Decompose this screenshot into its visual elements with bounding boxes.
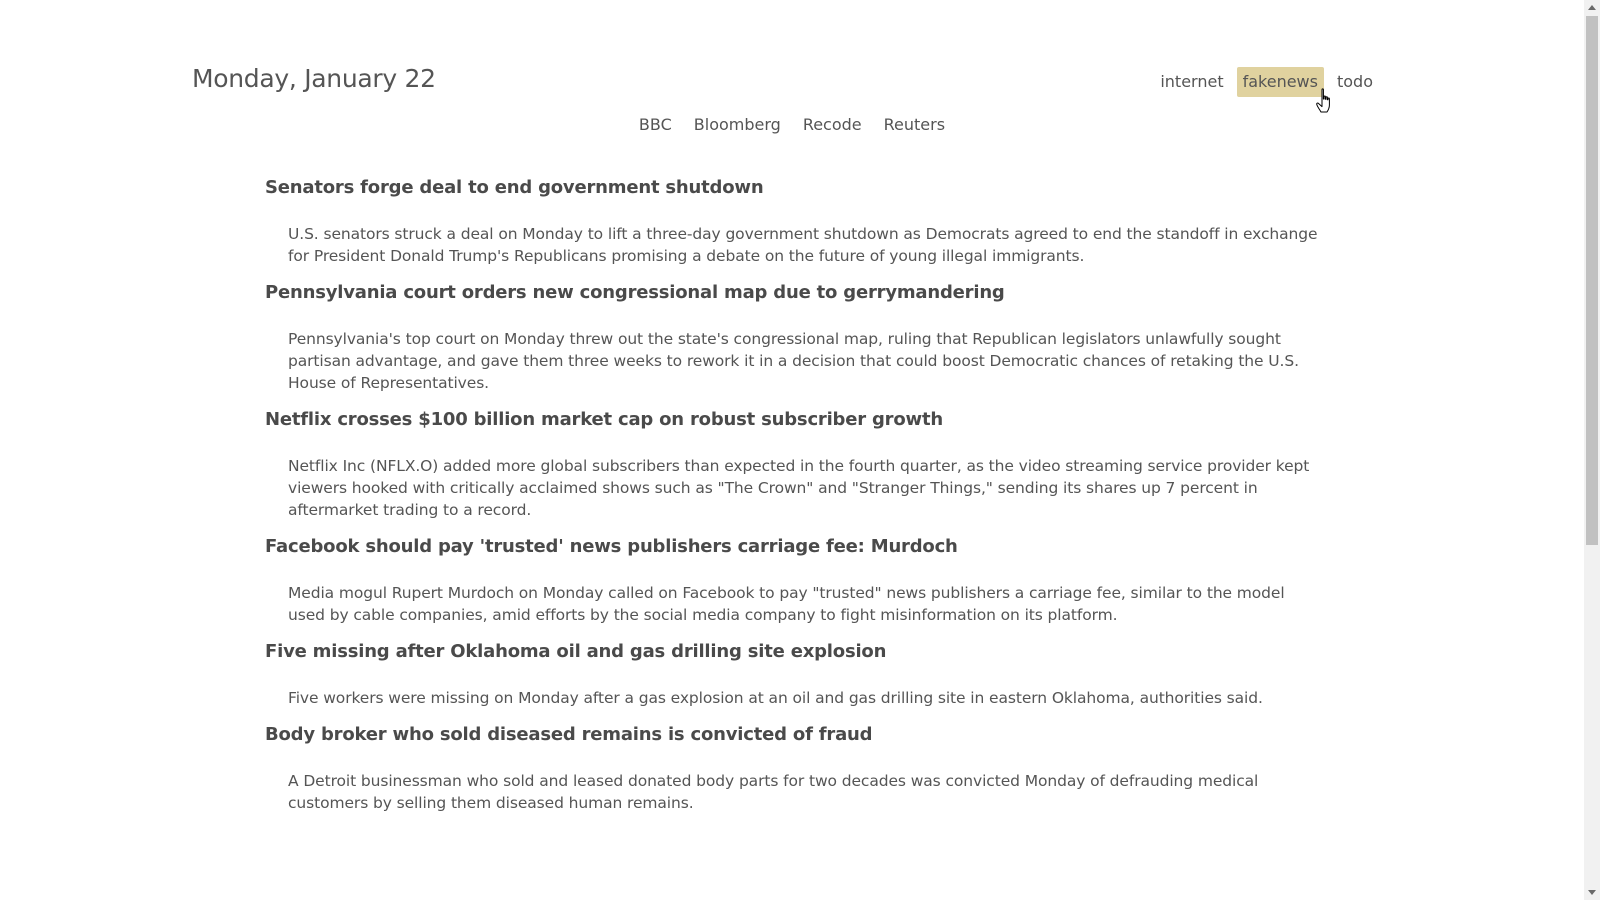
article-summary: U.S. senators struck a deal on Monday to… bbox=[288, 225, 1318, 265]
article-item: Body broker who sold diseased remains is… bbox=[265, 723, 1325, 814]
article-title[interactable]: Body broker who sold diseased remains is… bbox=[265, 723, 1325, 747]
nav-link-internet[interactable]: internet bbox=[1154, 67, 1229, 97]
nav-link-fakenews[interactable]: fakenews bbox=[1236, 67, 1324, 97]
page: Monday, January 22 internet fakenews tod… bbox=[0, 0, 1584, 900]
article-title[interactable]: Senators forge deal to end government sh… bbox=[265, 176, 1325, 200]
article-title[interactable]: Five missing after Oklahoma oil and gas … bbox=[265, 640, 1325, 664]
source-link-bbc[interactable]: BBC bbox=[639, 114, 672, 136]
article-summary: Media mogul Rupert Murdoch on Monday cal… bbox=[288, 584, 1285, 624]
article-title[interactable]: Netflix crosses $100 billion market cap … bbox=[265, 408, 1325, 432]
article-item: Facebook should pay 'trusted' news publi… bbox=[265, 535, 1325, 626]
article-summary: Netflix Inc (NFLX.O) added more global s… bbox=[288, 457, 1310, 519]
scroll-down-arrow-icon[interactable] bbox=[1588, 890, 1596, 895]
article-item: Pennsylvania court orders new congressio… bbox=[265, 281, 1325, 394]
source-link-recode[interactable]: Recode bbox=[803, 114, 862, 136]
top-nav: internet fakenews todo bbox=[1154, 67, 1379, 97]
vertical-scrollbar[interactable] bbox=[1584, 0, 1600, 900]
source-link-bloomberg[interactable]: Bloomberg bbox=[694, 114, 781, 136]
page-date: Monday, January 22 bbox=[192, 64, 436, 93]
hand-pointer-icon bbox=[1316, 88, 1330, 113]
article-item: Senators forge deal to end government sh… bbox=[265, 176, 1325, 267]
source-link-reuters[interactable]: Reuters bbox=[884, 114, 945, 136]
source-nav: BBC Bloomberg Recode Reuters bbox=[0, 114, 1584, 136]
article-item: Five missing after Oklahoma oil and gas … bbox=[265, 640, 1325, 709]
article-title[interactable]: Facebook should pay 'trusted' news publi… bbox=[265, 535, 1325, 559]
nav-link-todo[interactable]: todo bbox=[1331, 67, 1379, 97]
article-summary: Pennsylvania's top court on Monday threw… bbox=[288, 330, 1299, 392]
article-list: Senators forge deal to end government sh… bbox=[265, 176, 1325, 828]
scroll-thumb[interactable] bbox=[1586, 16, 1598, 545]
article-item: Netflix crosses $100 billion market cap … bbox=[265, 408, 1325, 521]
article-summary: A Detroit businessman who sold and lease… bbox=[288, 772, 1259, 812]
article-title[interactable]: Pennsylvania court orders new congressio… bbox=[265, 281, 1325, 305]
article-summary: Five workers were missing on Monday afte… bbox=[288, 689, 1263, 707]
scroll-up-arrow-icon[interactable] bbox=[1588, 5, 1596, 10]
